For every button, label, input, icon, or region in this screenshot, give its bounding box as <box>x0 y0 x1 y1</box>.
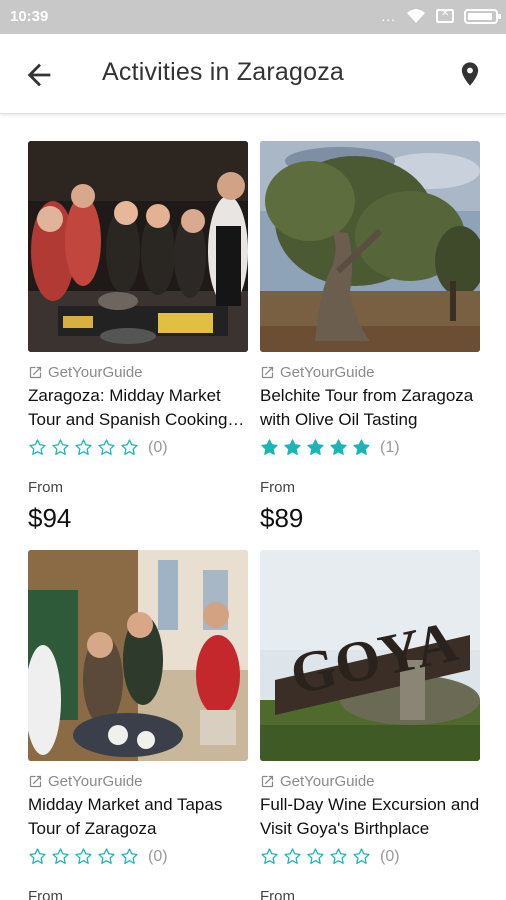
star-rating: (0) <box>28 847 168 866</box>
from-label: From <box>28 479 63 496</box>
price: $89 <box>260 503 304 533</box>
external-link-icon <box>29 366 42 379</box>
star-filled-icon <box>307 439 324 455</box>
star-outline-icon <box>75 848 92 864</box>
rating-count: (1) <box>380 438 400 456</box>
provider-label: GetYourGuide <box>28 773 143 790</box>
wifi-icon <box>407 9 425 23</box>
no-sim-icon <box>436 8 454 23</box>
price: $94 <box>28 503 72 533</box>
star-outline-icon <box>98 439 115 455</box>
external-link-icon <box>261 366 274 379</box>
location-button[interactable] <box>456 58 484 90</box>
star-outline-icon <box>29 848 46 864</box>
provider-name: GetYourGuide <box>280 364 375 381</box>
from-label: From <box>28 888 63 900</box>
star-outline-icon <box>284 848 301 864</box>
from-label: From <box>260 479 295 496</box>
provider-name: GetYourGuide <box>48 773 143 790</box>
activity-title[interactable]: Midday Market and Tapas Tour of Zaragoza <box>28 793 248 841</box>
star-outline-icon <box>75 439 92 455</box>
star-filled-icon <box>261 439 278 455</box>
status-bar: 10:39 ... <box>0 0 506 34</box>
activity-card[interactable]: GetYourGuide Zaragoza: Midday Market Tou… <box>28 141 248 533</box>
status-icons: ... <box>381 8 501 24</box>
star-outline-icon <box>330 848 347 864</box>
activity-image-cooking-class[interactable] <box>28 141 248 352</box>
star-outline-icon <box>52 848 69 864</box>
star-outline-icon <box>261 848 278 864</box>
rating-count: (0) <box>148 438 168 456</box>
map-pin-icon <box>461 62 479 86</box>
provider-label: GetYourGuide <box>260 773 375 790</box>
activity-title[interactable]: Full-Day Wine Excursion and Visit Goya's… <box>260 793 480 841</box>
provider-label: GetYourGuide <box>260 364 375 381</box>
rating-count: (0) <box>148 847 168 865</box>
arrow-left-icon <box>27 63 51 87</box>
provider-name: GetYourGuide <box>48 364 143 381</box>
from-label: From <box>260 888 295 900</box>
activity-title[interactable]: Zaragoza: Midday Market Tour and Spanish… <box>28 384 248 432</box>
star-outline-icon <box>98 848 115 864</box>
star-filled-icon <box>353 439 370 455</box>
activity-card[interactable]: GOYA GetYourGuide Full-Day Wine Excursio… <box>260 550 480 900</box>
external-link-icon <box>261 775 274 788</box>
star-outline-icon <box>307 848 324 864</box>
activity-image-olive-tree[interactable] <box>260 141 480 352</box>
activity-card[interactable]: GetYourGuide Midday Market and Tapas Tou… <box>28 550 248 900</box>
star-filled-icon <box>284 439 301 455</box>
battery-icon <box>464 8 501 24</box>
star-filled-icon <box>330 439 347 455</box>
external-link-icon <box>29 775 42 788</box>
star-outline-icon <box>121 439 138 455</box>
star-rating: (1) <box>260 438 400 457</box>
star-outline-icon <box>29 439 46 455</box>
provider-label: GetYourGuide <box>28 364 143 381</box>
app-bar: Activities in Zaragoza <box>0 34 506 114</box>
star-outline-icon <box>52 439 69 455</box>
more-notifications-icon: ... <box>381 8 396 24</box>
activity-card[interactable]: GetYourGuide Belchite Tour from Zaragoza… <box>260 141 480 533</box>
star-rating: (0) <box>28 438 168 457</box>
activity-title[interactable]: Belchite Tour from Zaragoza with Olive O… <box>260 384 480 432</box>
star-rating: (0) <box>260 847 400 866</box>
provider-name: GetYourGuide <box>280 773 375 790</box>
back-button[interactable] <box>22 58 56 92</box>
star-outline-icon <box>353 848 370 864</box>
status-time: 10:39 <box>10 8 49 25</box>
page-title: Activities in Zaragoza <box>102 58 344 86</box>
activity-image-tapas-tour[interactable] <box>28 550 248 761</box>
activity-image-goya-sign[interactable]: GOYA <box>260 550 480 761</box>
rating-count: (0) <box>380 847 400 865</box>
star-outline-icon <box>121 848 138 864</box>
